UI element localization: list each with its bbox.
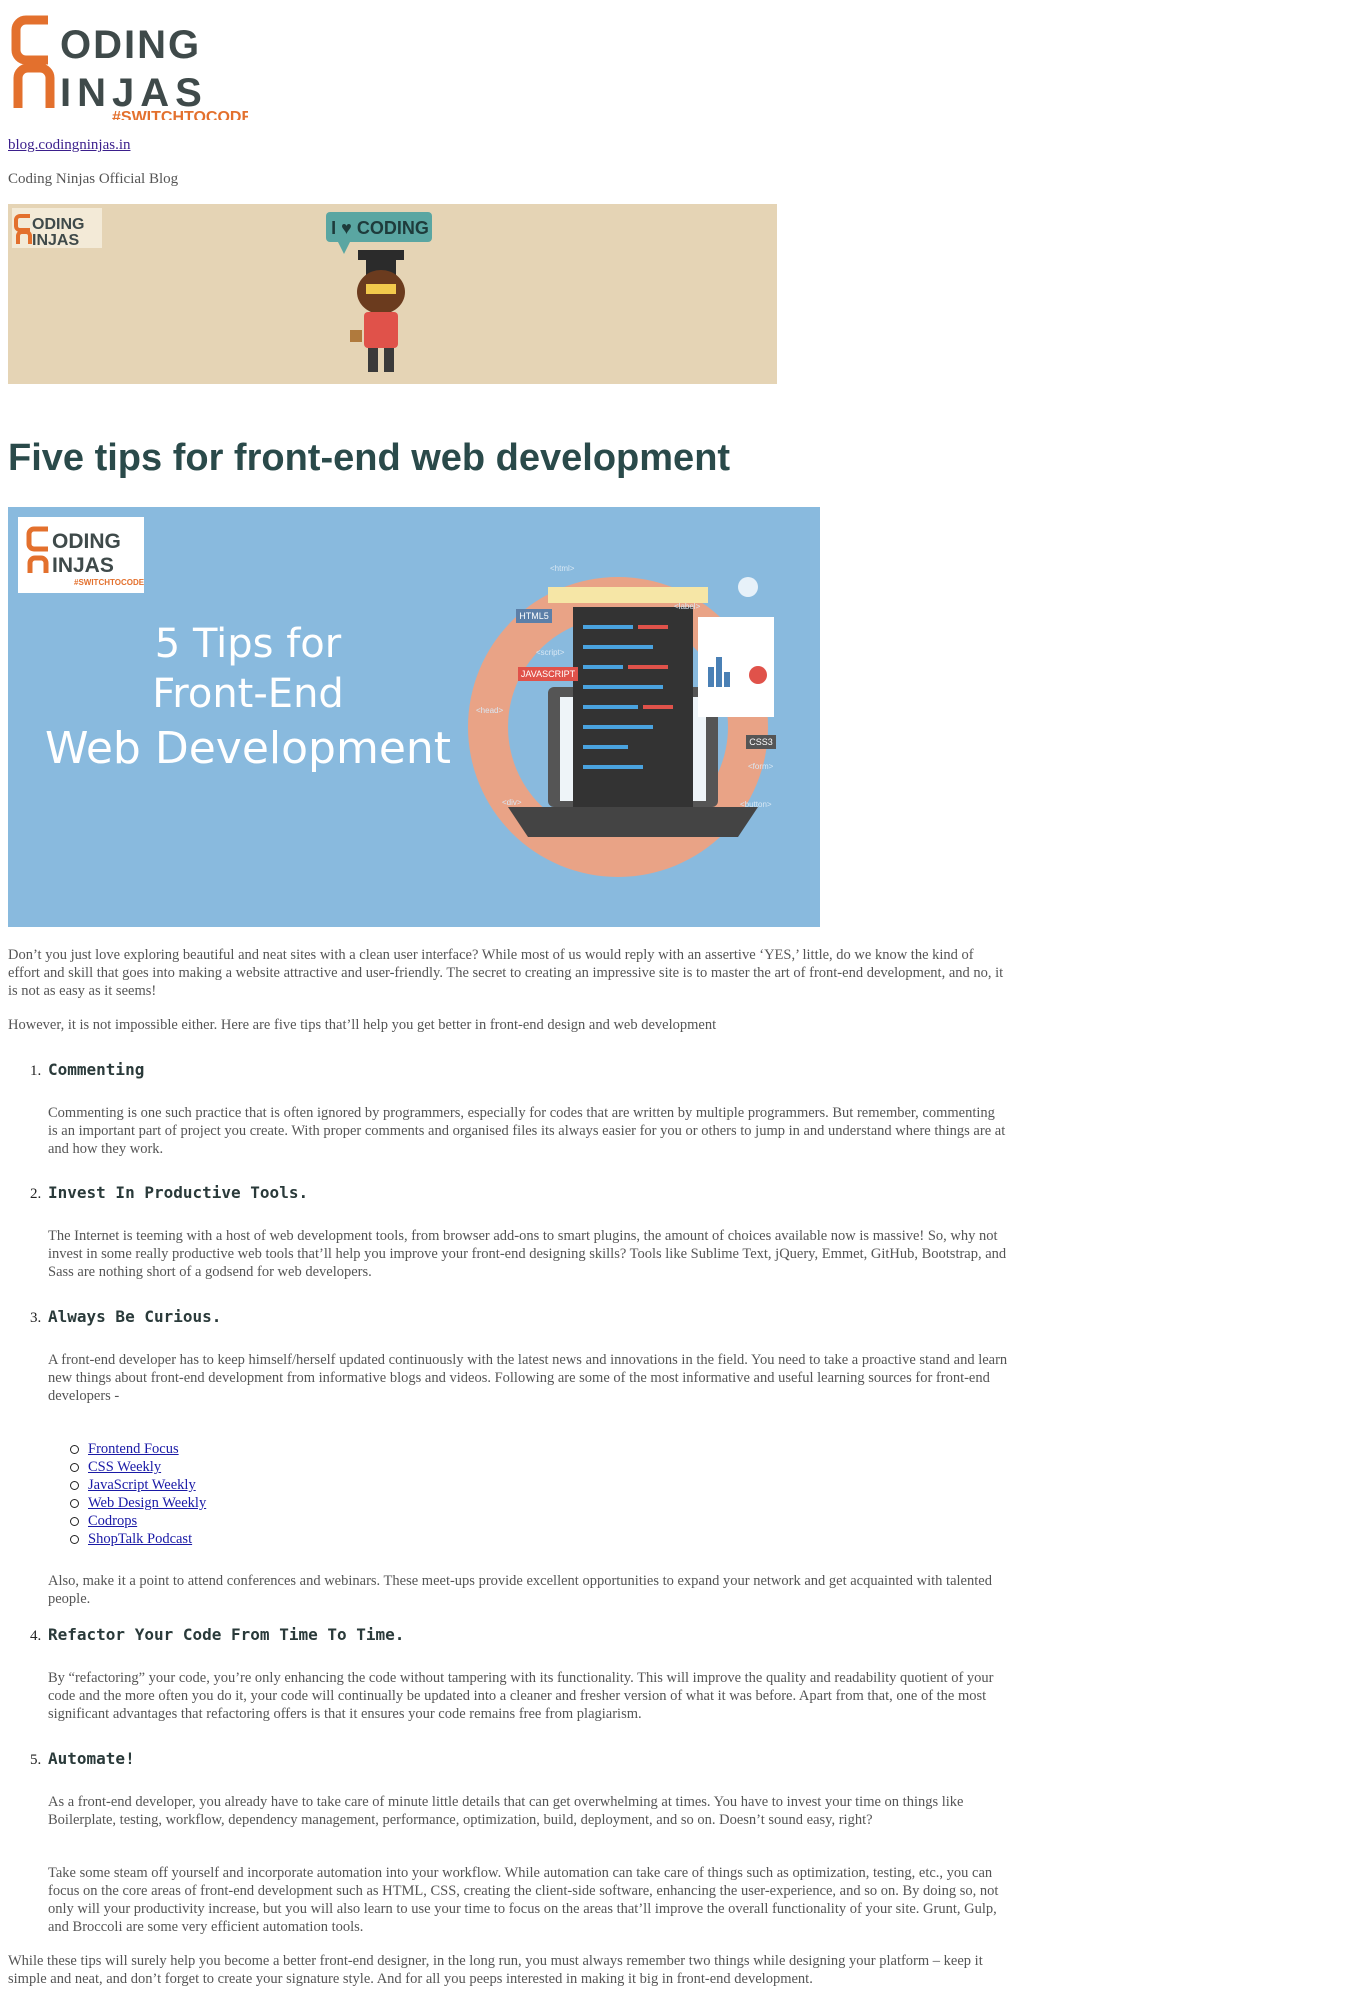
svg-text:INJAS: INJAS xyxy=(52,554,114,577)
label-html-tag: <html> xyxy=(550,564,575,573)
article-title: Five tips for front-end web development xyxy=(8,437,731,479)
feature-image: ODING INJAS #SWITCHTOCODE 5 Tips for Fro… xyxy=(8,507,820,927)
svg-text:ODING: ODING xyxy=(52,530,121,553)
svg-text:ODING: ODING xyxy=(32,216,84,233)
svg-text:INJAS: INJAS xyxy=(32,232,79,249)
tip-number: 2. xyxy=(30,1186,42,1202)
list-item: ShopTalk Podcast xyxy=(70,1530,206,1548)
link-frontend-focus[interactable]: Frontend Focus xyxy=(88,1441,179,1457)
learning-sources-list: Frontend Focus CSS Weekly JavaScript Wee… xyxy=(70,1440,206,1548)
list-item: Codrops xyxy=(70,1512,206,1530)
tip-number: 1. xyxy=(30,1063,42,1079)
tip-number: 4. xyxy=(30,1628,42,1644)
tip-body: The Internet is teeming with a host of w… xyxy=(48,1228,1007,1280)
label-script-tag: <script> xyxy=(536,648,565,657)
tip-body: As a front-end developer, you already ha… xyxy=(48,1794,964,1828)
tip-body-after: Also, make it a point to attend conferen… xyxy=(48,1573,992,1607)
logo-tagline: #SWITCHTOCODE xyxy=(112,109,248,120)
label-css3: CSS3 xyxy=(749,737,773,747)
link-codrops[interactable]: Codrops xyxy=(88,1513,137,1529)
tip-title-commenting: Commenting xyxy=(48,1060,145,1079)
coding-ninjas-logo[interactable]: ODING INJAS #SWITCHTOCODE xyxy=(8,10,248,120)
svg-text:#SWITCHTOCODE: #SWITCHTOCODE xyxy=(74,578,145,587)
tip-number: 3. xyxy=(30,1310,42,1326)
list-item: CSS Weekly xyxy=(70,1458,206,1476)
tip-title-curious: Always Be Curious. xyxy=(48,1307,222,1326)
tip-body: By “refactoring” your code, you’re only … xyxy=(48,1670,994,1722)
label-form-tag: <form> xyxy=(748,762,774,771)
list-item: JavaScript Weekly xyxy=(70,1476,206,1494)
label-label-tag: <label> xyxy=(674,602,701,611)
label-button-tag: <button> xyxy=(740,800,772,809)
link-shoptalk-podcast[interactable]: ShopTalk Podcast xyxy=(88,1531,192,1547)
tip-number: 5. xyxy=(30,1752,42,1768)
feature-headline-2: Front-End xyxy=(152,671,344,717)
intro-paragraph-2: However, it is not impossible either. He… xyxy=(8,1017,717,1033)
link-css-weekly[interactable]: CSS Weekly xyxy=(88,1459,161,1475)
header-banner: ODING INJAS I ♥ CODING xyxy=(8,204,777,384)
link-web-design-weekly[interactable]: Web Design Weekly xyxy=(88,1495,206,1511)
link-javascript-weekly[interactable]: JavaScript Weekly xyxy=(88,1477,196,1493)
blog-link[interactable]: blog.codingninjas.in xyxy=(8,136,131,154)
tip-title-invest: Invest In Productive Tools. xyxy=(48,1183,309,1202)
site-tagline: Coding Ninjas Official Blog xyxy=(8,171,179,187)
label-html5: HTML5 xyxy=(519,611,549,621)
closing-paragraph: While these tips will surely help you be… xyxy=(8,1953,983,1987)
label-head-tag: <head> xyxy=(476,706,503,715)
tip-title-refactor: Refactor Your Code From Time To Time. xyxy=(48,1625,405,1644)
intro-paragraph-1: Don’t you just love exploring beautiful … xyxy=(8,947,1004,999)
tip-title-automate: Automate! xyxy=(48,1749,135,1768)
label-javascript: JAVASCRIPT xyxy=(521,669,576,679)
list-item: Web Design Weekly xyxy=(70,1494,206,1512)
svg-text:ODING: ODING xyxy=(60,23,201,67)
tip-body-2: Take some steam off yourself and incorpo… xyxy=(48,1865,999,1935)
banner-badge-text: I ♥ CODING xyxy=(331,218,429,238)
tip-body: Commenting is one such practice that is … xyxy=(48,1105,1006,1157)
tip-body: A front-end developer has to keep himsel… xyxy=(48,1352,1008,1404)
list-item: Frontend Focus xyxy=(70,1440,206,1458)
feature-headline-1: 5 Tips for xyxy=(155,621,342,667)
label-div-tag: <div> xyxy=(502,798,522,807)
feature-headline-3: Web Development xyxy=(45,723,451,774)
